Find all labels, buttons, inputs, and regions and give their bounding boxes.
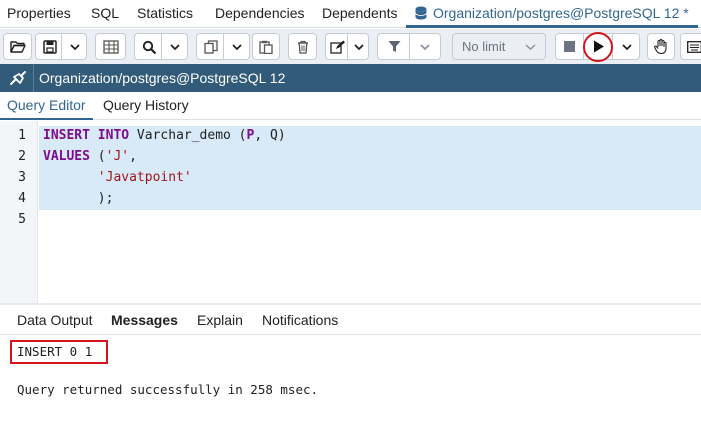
save-data-button[interactable] — [95, 33, 126, 60]
sql-keyword: VALUES — [43, 149, 90, 164]
search-icon — [142, 40, 156, 54]
save-data-icon — [102, 39, 119, 54]
sql-string: 'J' — [105, 149, 130, 164]
tab-properties[interactable]: Properties — [7, 0, 71, 28]
shortcuts-button[interactable] — [680, 33, 701, 60]
chevron-down-icon — [420, 43, 430, 50]
tab-query-tool[interactable]: Organization/postgres@PostgreSQL 12 * — [406, 0, 698, 28]
tab-sql[interactable]: SQL — [91, 0, 119, 28]
status-message: Query returned successfully in 258 msec. — [17, 382, 319, 397]
connection-bar: Organization/postgres@PostgreSQL 12 — [0, 64, 701, 92]
paste-icon — [259, 40, 273, 54]
code-text: , — [129, 149, 137, 164]
execute-options-button[interactable] — [613, 34, 640, 59]
sql-string: 'Javatpoint' — [97, 170, 192, 185]
tab-messages[interactable]: Messages — [111, 305, 178, 335]
chevron-down-icon — [525, 34, 536, 59]
filter-button-group[interactable] — [377, 33, 441, 60]
output-tab-bar: Data Output Messages Explain Notificatio… — [0, 305, 701, 335]
tab-query-editor[interactable]: Query Editor — [0, 92, 93, 120]
line-number: 5 — [18, 212, 26, 227]
connection-label[interactable]: Organization/postgres@PostgreSQL 12 — [39, 64, 285, 92]
edit-icon — [330, 40, 346, 54]
open-file-button[interactable] — [3, 33, 32, 60]
database-icon — [415, 2, 427, 29]
line-number: 1 — [18, 128, 26, 143]
chevron-down-icon — [170, 43, 180, 50]
sql-keyword: INSERT — [43, 128, 90, 143]
stop-icon — [564, 41, 575, 52]
code-line: VALUES ('J', — [43, 146, 137, 167]
row-limit-select[interactable]: No limit — [452, 33, 546, 60]
save-icon — [42, 39, 57, 54]
tab-dependencies[interactable]: Dependencies — [215, 0, 305, 28]
sql-editor[interactable]: 1 2 3 4 5 INSERT INTO Varchar_demo (P, Q… — [0, 121, 701, 303]
result-message: INSERT 0 1 — [17, 344, 93, 359]
connection-separator — [33, 64, 34, 92]
tab-data-output[interactable]: Data Output — [17, 305, 93, 335]
execute-button-highlight — [583, 32, 613, 62]
code-text: ( — [89, 149, 106, 164]
line-number: 4 — [18, 191, 26, 206]
edit-button-group[interactable] — [325, 33, 369, 60]
tab-dependents[interactable]: Dependents — [322, 0, 398, 28]
copy-icon — [204, 39, 218, 54]
chevron-down-icon — [354, 43, 364, 50]
chevron-down-icon — [621, 43, 632, 50]
row-limit-value: No limit — [462, 39, 506, 54]
panel-tab-bar: Properties SQL Statistics Dependencies D… — [0, 0, 701, 28]
plug-icon[interactable] — [8, 69, 28, 87]
code-line: INSERT INTO Varchar_demo (P, Q) — [43, 125, 286, 146]
code-text: , Q) — [254, 128, 286, 143]
editor-tab-bar: Query Editor Query History — [0, 92, 701, 120]
delete-button[interactable] — [288, 33, 317, 60]
macros-button[interactable] — [647, 33, 675, 60]
chevron-down-icon — [69, 43, 80, 50]
line-number: 2 — [18, 149, 26, 164]
tab-statistics[interactable]: Statistics — [137, 0, 193, 28]
find-button-group[interactable] — [134, 33, 188, 60]
code-text: Varchar_demo ( — [129, 128, 247, 143]
hand-icon — [654, 39, 667, 54]
stop-button[interactable] — [556, 34, 584, 59]
keyboard-icon — [686, 40, 701, 53]
tab-explain[interactable]: Explain — [197, 305, 243, 335]
save-button-group[interactable] — [35, 33, 87, 60]
chevron-down-icon — [232, 43, 242, 50]
paste-button[interactable] — [252, 33, 280, 60]
tab-query-tool-label: Organization/postgres@PostgreSQL 12 * — [433, 5, 689, 21]
tab-query-history[interactable]: Query History — [103, 92, 189, 120]
delete-icon — [297, 40, 308, 54]
code-line: 'Javatpoint' — [43, 167, 192, 188]
code-text: ); — [97, 191, 114, 206]
line-number: 3 — [18, 170, 26, 185]
open-folder-icon — [9, 41, 26, 53]
sql-keyword: INTO — [97, 128, 130, 143]
tab-notifications[interactable]: Notifications — [262, 305, 338, 335]
filter-icon — [388, 41, 401, 52]
copy-button-group[interactable] — [196, 33, 250, 60]
line-number-gutter: 1 2 3 4 5 — [0, 121, 38, 303]
code-line: ); — [43, 188, 114, 209]
